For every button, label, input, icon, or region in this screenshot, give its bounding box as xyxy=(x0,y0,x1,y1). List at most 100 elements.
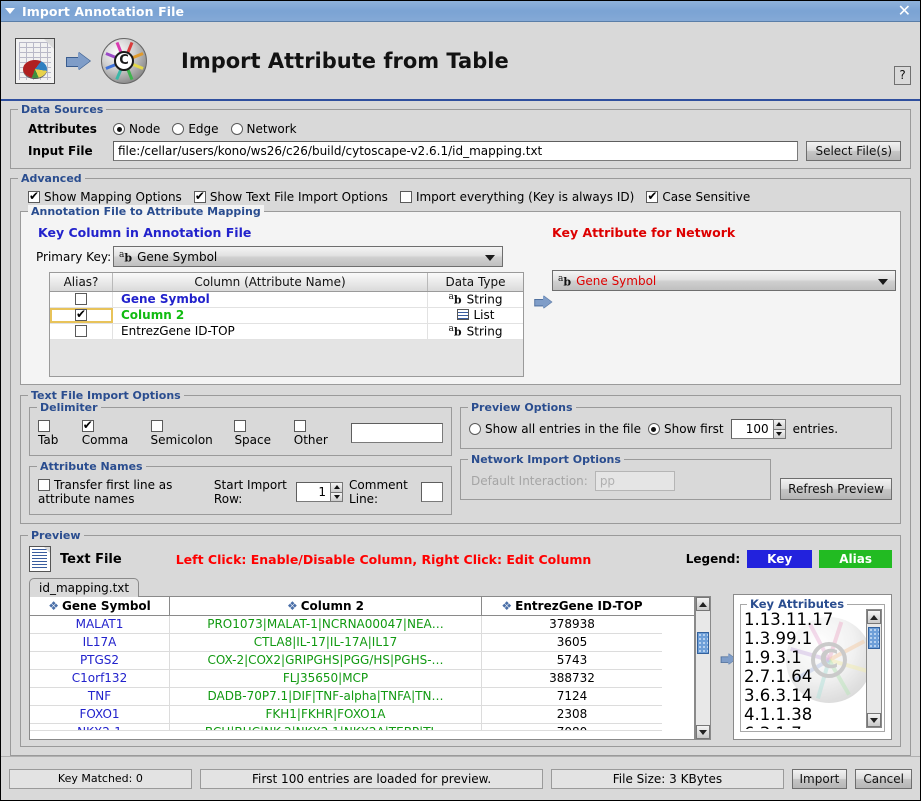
attribute-mapping-table[interactable]: Alias? Column (Attribute Name) Data Type… xyxy=(49,272,524,377)
start-import-row-label: Start Import Row: xyxy=(214,478,290,506)
radio-network[interactable]: Network xyxy=(231,122,297,136)
data-type-cell[interactable]: abString xyxy=(428,324,523,339)
list-item[interactable]: 1.3.99.1 xyxy=(744,629,862,648)
preview-file-tab[interactable]: id_mapping.txt xyxy=(29,578,139,597)
preview-col-header-entrez[interactable]: ❖EntrezGene ID-TOP xyxy=(482,597,662,615)
cell-aliases: PRO1073|MALAT-1|NCRNA00047|NEA… xyxy=(170,616,482,634)
data-type-cell[interactable]: List xyxy=(428,308,523,323)
checkbox-import-everything[interactable]: Import everything (Key is always ID) xyxy=(400,190,634,204)
preview-col-header-column2[interactable]: ❖Column 2 xyxy=(170,597,482,615)
alias-checkbox-cell[interactable] xyxy=(50,308,113,323)
table-row[interactable]: EntrezGene ID-TOP abString xyxy=(50,324,523,340)
attribute-names-legend: Attribute Names xyxy=(37,460,146,473)
preview-col-header-gene[interactable]: ❖Gene Symbol xyxy=(30,597,170,615)
default-interaction-label: Default Interaction: xyxy=(471,474,588,488)
list-item[interactable]: 6.3.1.7 xyxy=(744,724,862,729)
delimiter-group: Delimiter Tab Comma Semicolon Space Othe… xyxy=(29,407,452,456)
list-item[interactable]: 3.6.3.14 xyxy=(744,686,862,705)
scroll-thumb[interactable] xyxy=(868,627,880,649)
table-row[interactable]: Gene Symbol abString xyxy=(50,292,523,308)
key-attributes-list[interactable]: 1.13.11.17 1.3.99.1 1.9.3.1 2.7.1.64 3.6… xyxy=(744,610,862,729)
show-first-value[interactable]: 100 xyxy=(731,419,773,439)
mapping-group: Annotation File to Attribute Mapping Key… xyxy=(20,211,901,385)
column-name-cell[interactable]: Column 2 xyxy=(113,308,428,323)
stepper-up-icon[interactable] xyxy=(773,419,786,430)
checkbox-show-text-file-import-options[interactable]: Show Text File Import Options xyxy=(194,190,388,204)
radio-node[interactable]: Node xyxy=(113,122,160,136)
scroll-up-icon[interactable] xyxy=(867,610,881,624)
entries-loaded-status: First 100 entries are loaded for preview… xyxy=(200,769,544,789)
key-attributes-scrollbar[interactable] xyxy=(866,609,882,728)
close-icon[interactable]: ✕ xyxy=(895,3,914,19)
spreadsheet-chart-icon xyxy=(15,38,55,84)
help-button[interactable]: ? xyxy=(894,66,911,85)
import-annotation-dialog: Import Annotation File ✕ C Import Attrib… xyxy=(0,0,921,801)
preview-options-legend: Preview Options xyxy=(468,401,576,414)
alias-checkbox[interactable] xyxy=(75,325,87,337)
alias-checkbox[interactable] xyxy=(75,309,87,321)
checkbox-transfer-first-line[interactable]: Transfer first line as attribute names xyxy=(38,478,208,506)
checkbox-show-mapping-options[interactable]: Show Mapping Options xyxy=(28,190,182,204)
scroll-down-icon[interactable] xyxy=(696,725,710,739)
radio-node-indicator xyxy=(113,123,125,135)
comment-line-input[interactable] xyxy=(421,482,443,502)
radio-show-all-entries[interactable]: Show all entries in the file xyxy=(469,422,641,436)
attributes-label: Attributes xyxy=(20,122,113,136)
preview-row[interactable]: MALAT1 PRO1073|MALAT-1|NCRNA00047|NEA… 3… xyxy=(30,616,694,634)
start-import-row-stepper[interactable]: 1 xyxy=(296,482,343,502)
checkbox-delimiter-space[interactable]: Space xyxy=(234,419,284,447)
list-item[interactable]: 4.1.1.38 xyxy=(744,705,862,724)
preview-row[interactable]: IL17A CTLA8|IL-17|IL-17A|IL17 3605 xyxy=(30,634,694,652)
list-item[interactable]: 1.13.11.17 xyxy=(744,610,862,629)
list-item[interactable]: 2.7.1.64 xyxy=(744,667,862,686)
stepper-down-icon[interactable] xyxy=(773,430,786,440)
checkbox-delimiter-tab[interactable]: Tab xyxy=(38,419,73,447)
checkbox-delimiter-comma[interactable]: Comma xyxy=(82,419,142,447)
scroll-up-icon[interactable] xyxy=(696,597,710,611)
stepper-down-icon[interactable] xyxy=(330,493,343,503)
radio-edge[interactable]: Edge xyxy=(172,122,218,136)
preview-row[interactable]: C1orf132 FLJ35650|MCP 388732 xyxy=(30,670,694,688)
data-type-cell[interactable]: abString xyxy=(428,292,523,307)
table-header-row: Alias? Column (Attribute Name) Data Type xyxy=(50,273,523,292)
column-name-cell[interactable]: Gene Symbol xyxy=(113,292,428,307)
legend-alias-chip: Alias xyxy=(819,550,892,568)
primary-key-combo[interactable]: ab Gene Symbol xyxy=(113,246,503,267)
key-attributes-group: Key Attributes 1.13.11.17 1.3.99.1 1.9.3… xyxy=(740,604,885,732)
column-name-cell[interactable]: EntrezGene ID-TOP xyxy=(113,324,428,339)
checkbox-delimiter-semicolon[interactable]: Semicolon xyxy=(151,419,226,447)
stepper-up-icon[interactable] xyxy=(330,482,343,493)
checkbox-case-sensitive[interactable]: Case Sensitive xyxy=(646,190,750,204)
preview-row[interactable]: FOXO1 FKH1|FKHR|FOXO1A 2308 xyxy=(30,706,694,724)
import-button[interactable]: Import xyxy=(792,769,848,789)
network-key-combo[interactable]: ab Gene Symbol xyxy=(552,270,896,291)
scroll-thumb[interactable] xyxy=(697,632,709,654)
radio-show-first[interactable]: Show first xyxy=(648,422,724,436)
cell-gene: MALAT1 xyxy=(30,616,170,634)
preview-row[interactable]: PTGS2 COX-2|COX2|GRIPGHS|PGG/HS|PGHS-… 5… xyxy=(30,652,694,670)
data-sources-legend: Data Sources xyxy=(18,103,106,116)
cell-entrez: 7080 xyxy=(482,724,662,731)
preview-vertical-scrollbar[interactable] xyxy=(695,596,711,740)
data-sources-group: Data Sources Attributes Node Edge Networ… xyxy=(10,109,911,169)
collapse-caret-icon[interactable] xyxy=(5,8,15,14)
select-files-button[interactable]: Select File(s) xyxy=(806,141,901,161)
alias-checkbox-cell[interactable] xyxy=(50,292,113,307)
show-first-stepper[interactable]: 100 xyxy=(731,419,786,439)
cell-gene: NKX2-1 xyxy=(30,724,170,731)
alias-checkbox[interactable] xyxy=(75,293,87,305)
cancel-button[interactable]: Cancel xyxy=(855,769,912,789)
table-row[interactable]: Column 2 List xyxy=(50,308,523,324)
scroll-down-icon[interactable] xyxy=(867,713,881,727)
list-item[interactable]: 1.9.3.1 xyxy=(744,648,862,667)
input-file-field[interactable]: file:/cellar/users/kono/ws26/c26/build/c… xyxy=(113,141,798,161)
preview-row[interactable]: TNF DADB-70P7.1|DIF|TNF-alpha|TNFA|TN… 7… xyxy=(30,688,694,706)
start-import-row-value[interactable]: 1 xyxy=(296,482,330,502)
checkbox-delimiter-other[interactable]: Other xyxy=(294,419,342,447)
preview-row[interactable]: NKX2-1 BCH|BHC|NK-2|NKX2.1|NKX2A|TEBP|TI… xyxy=(30,724,694,731)
alias-checkbox-cell[interactable] xyxy=(50,324,113,339)
delimiter-other-input[interactable] xyxy=(351,423,443,443)
mapping-legend: Annotation File to Attribute Mapping xyxy=(28,205,264,218)
refresh-preview-button[interactable]: Refresh Preview xyxy=(780,478,892,500)
right-arrow-icon xyxy=(66,51,92,71)
